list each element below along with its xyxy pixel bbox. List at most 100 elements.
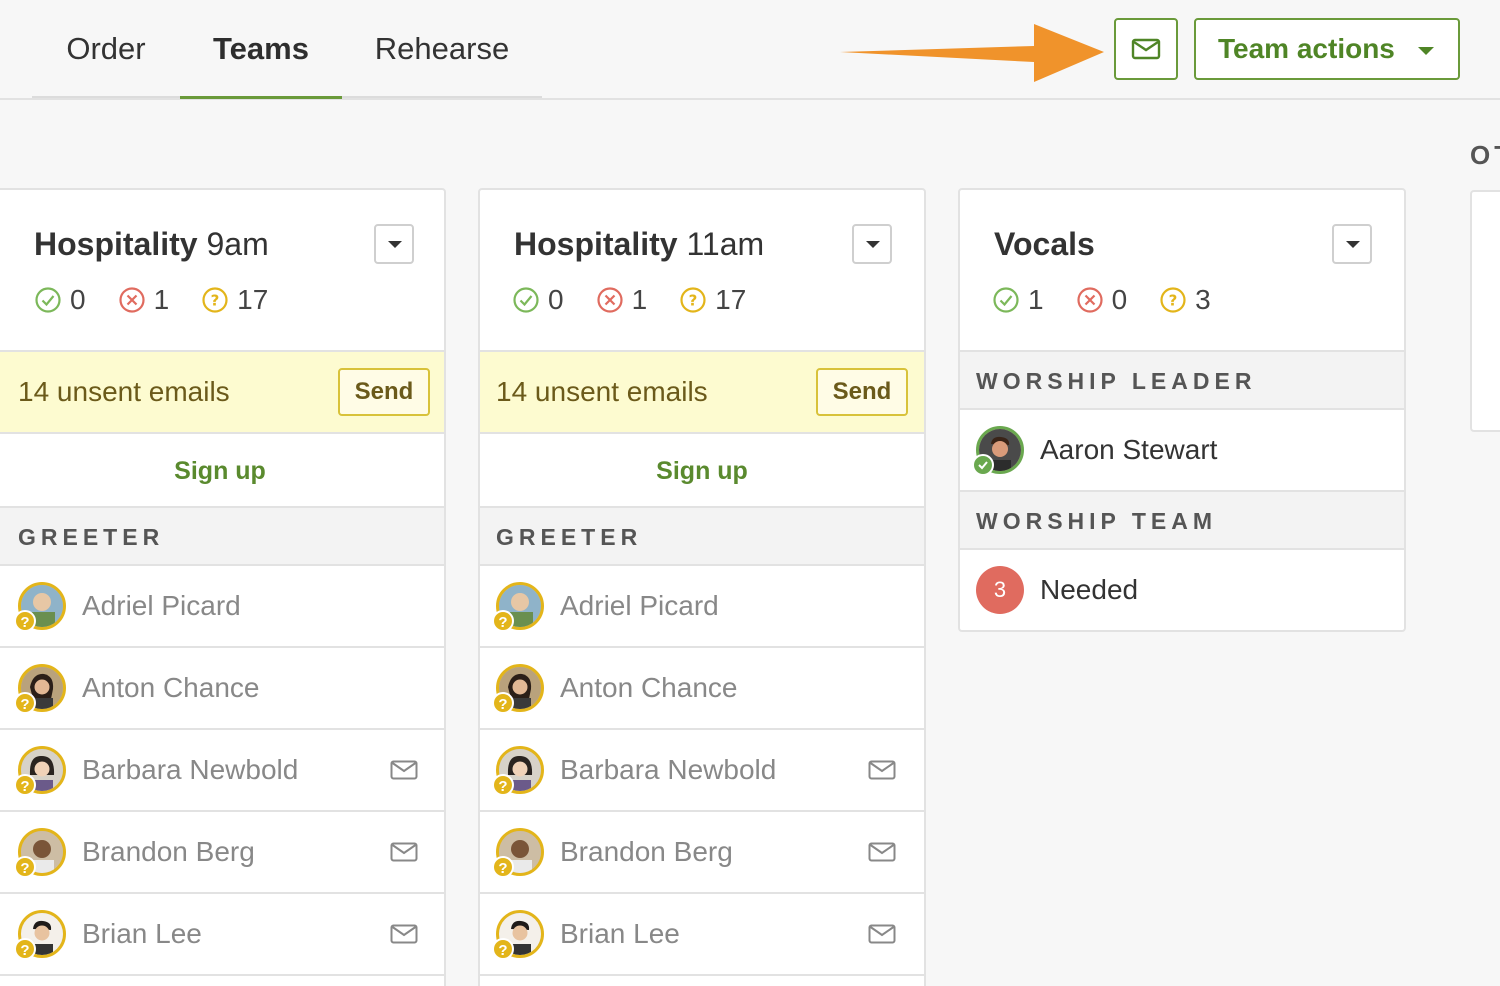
pending-badge: ? <box>14 938 36 960</box>
pending-badge: ? <box>492 856 514 878</box>
unsent-emails-banner: 14 unsent emails Send <box>0 352 444 434</box>
unconfirmed-count: ? 17 <box>201 284 268 316</box>
svg-text:?: ? <box>1169 292 1178 310</box>
person-row[interactable]: Aaron Stewart <box>960 410 1404 492</box>
card-menu-dropdown[interactable] <box>1332 224 1372 264</box>
team-actions-button[interactable]: Team actions <box>1194 18 1460 80</box>
person-name: Brian Lee <box>560 918 680 949</box>
declined-count: 0 <box>1076 284 1127 316</box>
person-name: Brandon Berg <box>82 836 255 867</box>
caret-down-icon <box>1418 47 1434 55</box>
unconfirmed-count: ? 17 <box>679 284 746 316</box>
tab-rehearse[interactable]: Rehearse <box>342 0 542 98</box>
pending-badge: ? <box>492 692 514 714</box>
mail-icon <box>1131 38 1161 60</box>
send-button[interactable]: Send <box>816 368 908 416</box>
mail-icon[interactable] <box>868 760 896 780</box>
confirmed-count: 0 <box>512 284 564 316</box>
svg-text:?: ? <box>689 292 698 310</box>
person-row[interactable]: ? Brian Lee <box>0 894 444 976</box>
confirmed-badge <box>972 454 994 476</box>
declined-count: 1 <box>596 284 647 316</box>
mail-icon[interactable] <box>390 760 418 780</box>
card-title: Vocals <box>994 226 1095 262</box>
position-header-worship-team: WORSHIP TEAM <box>960 492 1404 550</box>
tab-teams[interactable]: Teams <box>180 0 342 99</box>
person-name: Aaron Stewart <box>1040 434 1218 465</box>
needed-label: Needed <box>1040 574 1139 605</box>
sign-up-link[interactable]: Sign up <box>480 434 924 508</box>
unsent-emails-banner: 14 unsent emails Send <box>480 352 924 434</box>
question-circle-icon: ? <box>202 287 228 313</box>
card-title: Hospitality 11am <box>514 226 765 262</box>
person-row[interactable]: ? Barbara Newbold <box>480 730 924 812</box>
check-circle-icon <box>35 287 61 313</box>
person-row[interactable]: ? Brandon Berg <box>480 812 924 894</box>
mail-icon[interactable] <box>868 842 896 862</box>
needed-row[interactable]: 3 Needed <box>960 550 1404 630</box>
person-row[interactable]: ? Anton Chance <box>0 648 444 730</box>
email-team-button[interactable] <box>1114 18 1178 80</box>
status-counts: 0 1 ? 17 <box>512 284 778 316</box>
svg-text:?: ? <box>211 292 220 310</box>
unsent-emails-text: 14 unsent emails <box>18 376 230 407</box>
position-header-greeter: GREETER <box>0 508 444 566</box>
pending-badge: ? <box>492 938 514 960</box>
sign-up-link[interactable]: Sign up <box>0 434 444 508</box>
person-row[interactable]: ? Adriel Picard <box>0 566 444 648</box>
pending-badge: ? <box>14 692 36 714</box>
mail-icon[interactable] <box>390 924 418 944</box>
person-name: Barbara Newbold <box>560 754 777 785</box>
question-circle-icon: ? <box>1160 287 1186 313</box>
offscreen-column-label: OT <box>1470 140 1500 170</box>
pending-badge: ? <box>14 856 36 878</box>
card-title: Hospitality 9am <box>34 226 269 262</box>
person-row[interactable]: ? Anton Chance <box>480 648 924 730</box>
needed-count-badge: 3 <box>976 566 1024 614</box>
person-name: Adriel Picard <box>560 590 719 621</box>
team-card-hospitality-9am: Hospitality 9am 0 1 ? 17 14 unsent email… <box>0 188 446 986</box>
card-header: Hospitality 11am 0 1 ? 17 <box>480 190 924 352</box>
arrow-pointer <box>840 24 1104 82</box>
mail-icon[interactable] <box>390 842 418 862</box>
person-name: Adriel Picard <box>82 590 241 621</box>
person-name: Brian Lee <box>82 918 202 949</box>
person-name: Barbara Newbold <box>82 754 299 785</box>
confirmed-count: 1 <box>992 284 1044 316</box>
x-circle-icon <box>1076 287 1103 313</box>
card-menu-dropdown[interactable] <box>852 224 892 264</box>
tab-bar: Order Teams Rehearse <box>32 0 542 99</box>
check-circle-icon <box>513 287 539 313</box>
team-card-hospitality-11am: Hospitality 11am 0 1 ? 17 14 unsent emai… <box>478 188 926 986</box>
unconfirmed-count: ? 3 <box>1159 284 1211 316</box>
pending-badge: ? <box>492 610 514 632</box>
pending-badge: ? <box>14 610 36 632</box>
person-row[interactable]: ? Barbara Newbold <box>0 730 444 812</box>
person-row[interactable]: ? Brian Lee <box>480 894 924 976</box>
person-row[interactable]: ? Brandon Berg <box>0 812 444 894</box>
top-bar: Order Teams Rehearse Team actions <box>0 0 1500 100</box>
check-circle-icon <box>993 287 1019 313</box>
tab-order[interactable]: Order <box>32 0 180 98</box>
card-header: Hospitality 9am 0 1 ? 17 <box>0 190 444 352</box>
status-counts: 0 1 ? 17 <box>34 284 300 316</box>
card-menu-dropdown[interactable] <box>374 224 414 264</box>
pending-badge: ? <box>14 774 36 796</box>
person-row[interactable]: ? Adriel Picard <box>480 566 924 648</box>
offscreen-card <box>1470 190 1500 432</box>
x-circle-icon <box>596 287 623 313</box>
question-circle-icon: ? <box>680 287 706 313</box>
status-counts: 1 0 ? 3 <box>992 284 1243 316</box>
declined-count: 1 <box>118 284 169 316</box>
person-name: Brandon Berg <box>560 836 733 867</box>
mail-icon[interactable] <box>868 924 896 944</box>
team-card-vocals: Vocals 1 0 ? 3 WORSHIP LEADER Aaron Stew… <box>958 188 1406 632</box>
x-circle-icon <box>118 287 145 313</box>
card-header: Vocals 1 0 ? 3 <box>960 190 1404 352</box>
team-actions-label: Team actions <box>1218 33 1395 64</box>
confirmed-count: 0 <box>34 284 86 316</box>
send-button[interactable]: Send <box>338 368 430 416</box>
pending-badge: ? <box>492 774 514 796</box>
unsent-emails-text: 14 unsent emails <box>496 376 708 407</box>
person-name: Anton Chance <box>560 672 738 703</box>
